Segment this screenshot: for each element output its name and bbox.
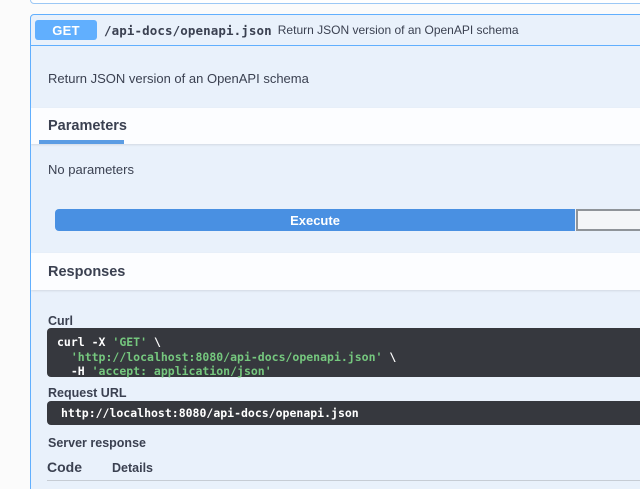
parameters-tab[interactable]: Parameters xyxy=(48,118,127,134)
curl-line: curl -X 'GET' \ xyxy=(57,335,161,349)
clear-button[interactable] xyxy=(576,209,640,231)
curl-line: 'http://localhost:8080/api-docs/openapi.… xyxy=(70,349,397,364)
responses-section-header: Responses xyxy=(31,253,640,290)
curl-line: -H 'accept: application/json' xyxy=(57,364,272,378)
http-method-badge: GET xyxy=(35,20,97,40)
swagger-ui-page: GET /api-docs/openapi.json Return JSON v… xyxy=(0,0,640,489)
responses-title: Responses xyxy=(48,263,126,280)
operation-description: Return JSON version of an OpenAPI schema xyxy=(48,71,309,86)
response-code-column-header: Code xyxy=(47,459,82,475)
active-tab-underline xyxy=(39,140,124,144)
operation-summary-text: Return JSON version of an OpenAPI schema xyxy=(277,23,519,37)
curl-command[interactable]: curl -X 'GET' \ 'http://localhost:8080/a… xyxy=(47,328,640,378)
operation-block-get: GET /api-docs/openapi.json Return JSON v… xyxy=(30,14,640,489)
operation-path: /api-docs/openapi.json xyxy=(104,22,272,38)
request-url-label: Request URL xyxy=(48,386,127,400)
operation-summary[interactable]: GET /api-docs/openapi.json Return JSON v… xyxy=(31,15,640,46)
previous-operation-block[interactable] xyxy=(30,0,640,4)
execute-button[interactable]: Execute xyxy=(55,209,575,231)
server-response-label: Server response xyxy=(48,436,146,450)
response-table-divider xyxy=(47,480,640,481)
no-parameters-message: No parameters xyxy=(48,162,134,177)
curl-label: Curl xyxy=(48,314,73,328)
parameters-section-header: Parameters xyxy=(31,108,640,144)
response-details-column-header: Details xyxy=(112,461,153,475)
request-url-value: http://localhost:8080/api-docs/openapi.j… xyxy=(47,401,640,425)
